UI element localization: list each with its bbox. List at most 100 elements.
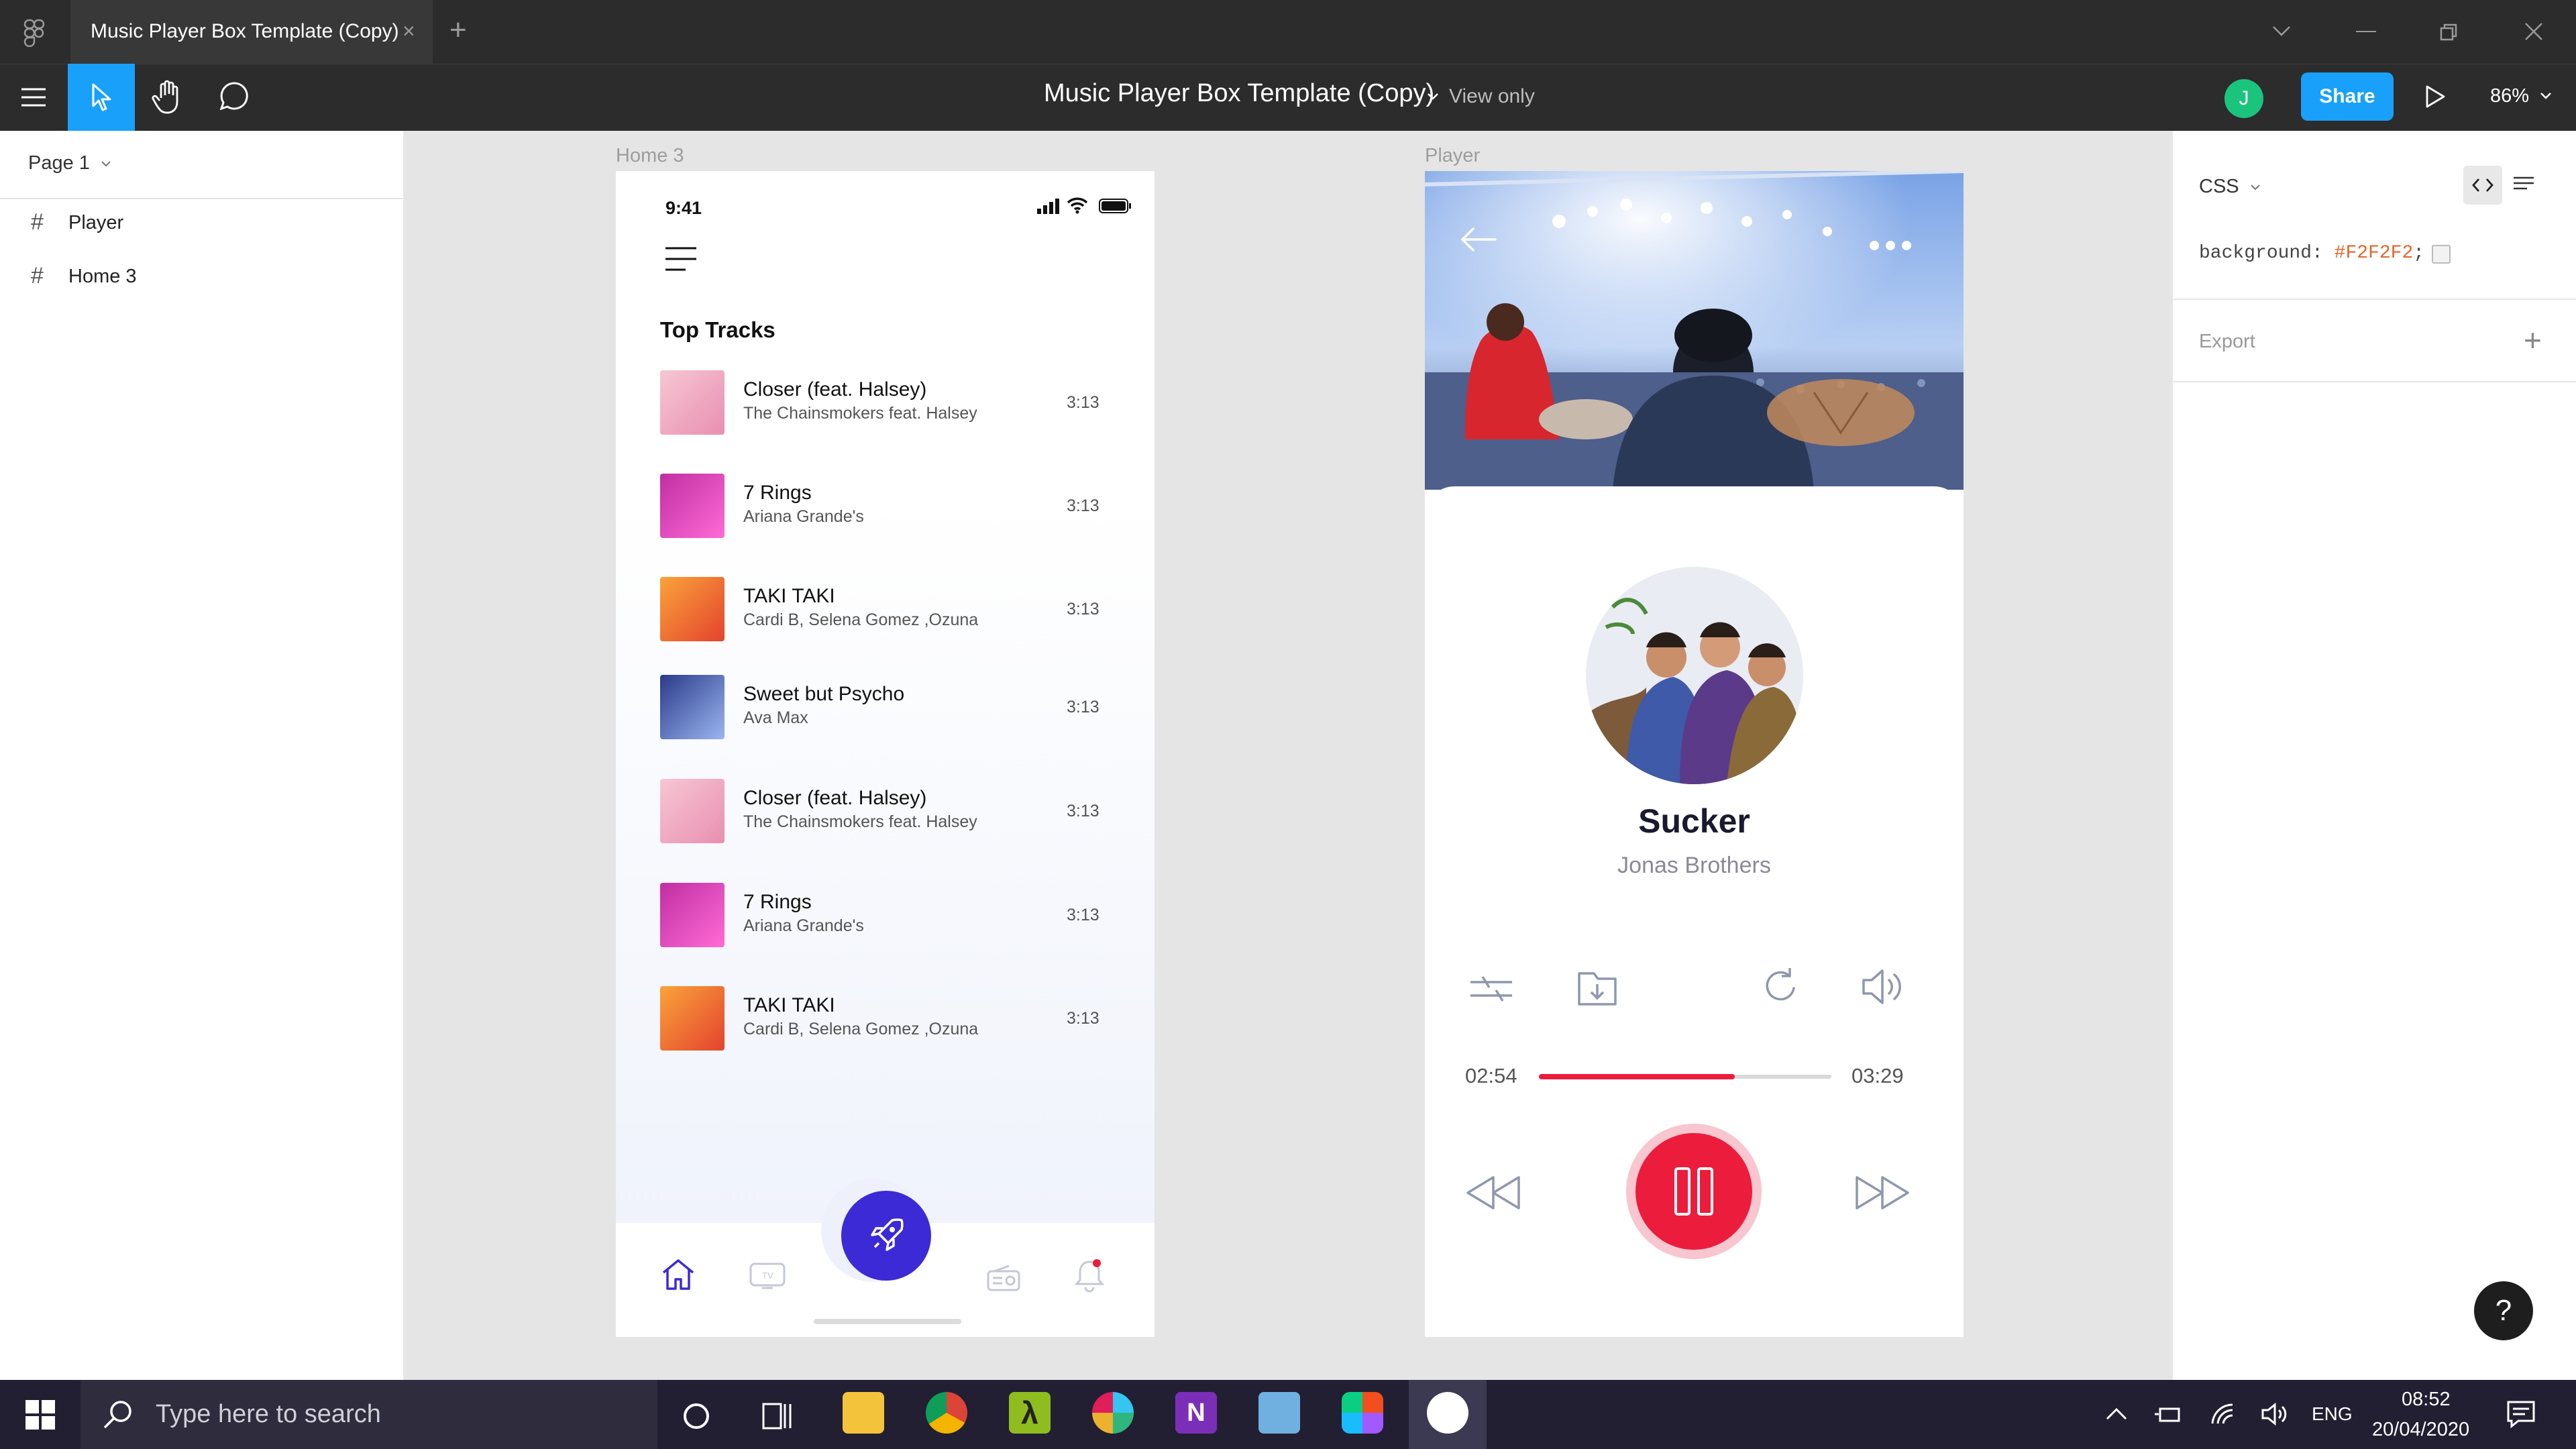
more-options-icon[interactable] xyxy=(1869,240,1912,251)
snipping-app-icon[interactable] xyxy=(1427,1392,1468,1434)
present-play-icon[interactable] xyxy=(2424,85,2446,109)
repeat-icon[interactable] xyxy=(1763,965,1801,1006)
slack-icon[interactable] xyxy=(1092,1392,1134,1434)
cortana-icon[interactable] xyxy=(682,1401,711,1431)
zoom-level[interactable]: 86% xyxy=(2490,85,2529,107)
volume-tray-icon[interactable] xyxy=(2261,1402,2289,1426)
home-nav-icon[interactable] xyxy=(660,1258,696,1291)
clock-date[interactable]: 20/04/2020 xyxy=(2372,1419,2469,1441)
main-menu-icon[interactable] xyxy=(20,87,47,107)
hamburger-menu-icon[interactable] xyxy=(664,246,698,272)
figma-taskbar-icon[interactable] xyxy=(1342,1392,1383,1434)
track-duration: 3:13 xyxy=(1067,802,1099,820)
track-row[interactable]: TAKI TAKI Cardi B, Selena Gomez ,Ozuna 3:1… xyxy=(660,577,1116,644)
track-artist: The Chainsmokers feat. Halsey xyxy=(743,812,977,831)
code-language-selector[interactable]: CSS xyxy=(2199,176,2261,198)
track-row[interactable]: Sweet but Psycho Ava Max 3:13 xyxy=(660,675,1116,742)
add-export-icon[interactable]: + xyxy=(2524,322,2542,358)
album-thumbnail xyxy=(660,986,724,1051)
track-artist: Cardi B, Selena Gomez ,Ozuna xyxy=(743,1020,979,1038)
track-row[interactable]: Closer (feat. Halsey) The Chainsmokers fe… xyxy=(660,779,1116,846)
page-selector-label: Page 1 xyxy=(28,152,90,174)
lambda-app-icon[interactable]: λ xyxy=(1009,1392,1051,1434)
track-duration: 3:13 xyxy=(1067,1009,1099,1028)
album-thumbnail xyxy=(660,675,724,739)
equalizer-icon[interactable] xyxy=(1469,973,1513,1005)
chrome-icon[interactable] xyxy=(926,1392,967,1434)
onenote-icon[interactable]: N xyxy=(1175,1392,1217,1434)
rocket-button[interactable] xyxy=(841,1191,931,1281)
minimize-icon[interactable] xyxy=(2356,31,2376,32)
wifi-icon xyxy=(1067,197,1088,214)
view-mode-label: View only xyxy=(1449,85,1535,107)
track-row[interactable]: 7 Rings Ariana Grande's 3:13 xyxy=(660,883,1116,950)
close-window-icon[interactable] xyxy=(2524,21,2544,42)
track-row[interactable]: Closer (feat. Halsey) The Chainsmokers fe… xyxy=(660,370,1116,437)
layer-item-player[interactable]: # Player xyxy=(31,209,380,239)
back-arrow-icon[interactable] xyxy=(1458,226,1499,253)
player-frame[interactable]: Sucker Jonas Brothers 02:54 03:29 xyxy=(1425,171,1964,1337)
restore-icon[interactable] xyxy=(2439,23,2458,42)
code-language-label: CSS xyxy=(2199,176,2239,197)
battery-tray-icon[interactable] xyxy=(2153,1403,2183,1425)
file-explorer-icon[interactable] xyxy=(843,1392,884,1434)
code-view-button[interactable] xyxy=(2463,166,2502,205)
inspect-panel xyxy=(2171,131,2576,1380)
move-tool-button[interactable] xyxy=(68,64,135,131)
chevron-down-icon[interactable] xyxy=(2271,24,2292,38)
track-row[interactable]: 7 Rings Ariana Grande's 3:13 xyxy=(660,474,1116,541)
tv-nav-icon[interactable]: TV xyxy=(749,1260,786,1291)
frame-icon: # xyxy=(31,263,44,288)
section-title: Top Tracks xyxy=(660,317,775,342)
album-thumbnail xyxy=(660,577,724,641)
clock-time[interactable]: 08:52 xyxy=(2402,1389,2451,1411)
album-thumbnail xyxy=(660,883,724,947)
rewind-icon[interactable] xyxy=(1465,1173,1523,1212)
radio-nav-icon[interactable] xyxy=(986,1265,1021,1291)
download-icon[interactable] xyxy=(1576,969,1618,1007)
divider xyxy=(2171,299,2576,300)
tab-close-icon[interactable]: × xyxy=(402,19,415,44)
show-hidden-icons-icon[interactable] xyxy=(2105,1407,2128,1421)
notification-nav-icon[interactable] xyxy=(1073,1258,1106,1293)
track-duration: 3:13 xyxy=(1067,906,1099,924)
document-title[interactable]: Music Player Box Template (Copy) xyxy=(1044,79,1434,108)
figma-logo-icon[interactable] xyxy=(23,19,46,47)
track-title: Sweet but Psycho xyxy=(743,683,905,705)
song-title: Sucker xyxy=(1638,802,1750,840)
help-button[interactable]: ? xyxy=(2474,1281,2533,1340)
track-duration: 3:13 xyxy=(1067,698,1099,716)
album-thumbnail xyxy=(660,779,724,843)
track-duration: 3:13 xyxy=(1067,393,1099,412)
chevron-down-icon[interactable] xyxy=(2540,92,2552,100)
hand-tool-icon[interactable] xyxy=(152,79,184,114)
home-indicator xyxy=(814,1319,961,1324)
notifications-icon[interactable] xyxy=(2506,1399,2536,1429)
home-3-frame[interactable]: 9:41 Top Tracks Closer (feat. Halsey) The… xyxy=(616,171,1155,1337)
input-language[interactable]: ENG xyxy=(2312,1403,2353,1425)
new-tab-icon[interactable]: + xyxy=(449,13,467,47)
frame-label-player[interactable]: Player xyxy=(1425,145,1480,167)
track-duration: 3:13 xyxy=(1067,496,1099,515)
page-selector[interactable]: Page 1 xyxy=(28,152,111,174)
kindle-icon[interactable] xyxy=(1258,1392,1300,1434)
divider xyxy=(0,198,405,199)
concert-image xyxy=(1425,171,1964,490)
list-view-icon[interactable] xyxy=(2512,176,2535,195)
share-button[interactable]: Share xyxy=(2301,72,2394,121)
export-label: Export xyxy=(2199,331,2255,352)
layer-item-home-3[interactable]: # Home 3 xyxy=(31,263,380,292)
task-view-icon[interactable] xyxy=(762,1401,793,1431)
comment-tool-icon[interactable] xyxy=(219,80,250,111)
volume-icon[interactable] xyxy=(1861,967,1908,1007)
windows-start-icon[interactable] xyxy=(25,1400,55,1430)
signal-icon xyxy=(1037,198,1061,214)
frame-label-home-3[interactable]: Home 3 xyxy=(616,145,684,167)
track-row[interactable]: TAKI TAKI Cardi B, Selena Gomez ,Ozuna 3:1… xyxy=(660,986,1116,1053)
avatar[interactable]: J xyxy=(2224,79,2263,118)
chevron-down-icon[interactable] xyxy=(1426,92,1440,101)
search-placeholder: Type here to search xyxy=(156,1400,381,1428)
wifi-tray-icon[interactable] xyxy=(2210,1402,2239,1426)
pause-button[interactable] xyxy=(1635,1133,1752,1250)
fast-forward-icon[interactable] xyxy=(1854,1173,1912,1212)
